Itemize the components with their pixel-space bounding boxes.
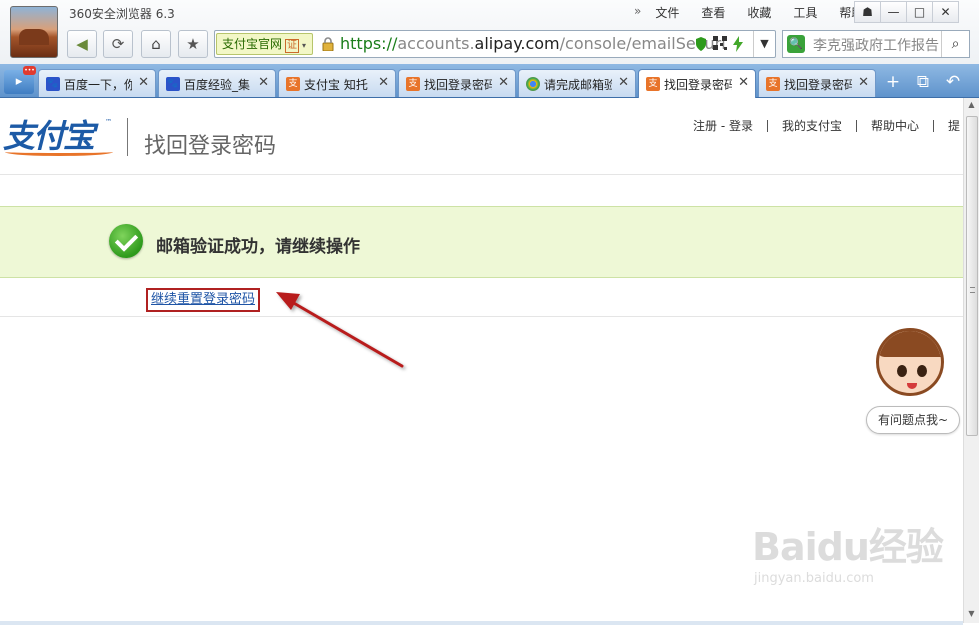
watermark-url: jingyan.baidu.com xyxy=(754,571,874,586)
maximize-button[interactable]: □ xyxy=(906,1,933,23)
tab-close-icon[interactable]: ✕ xyxy=(618,75,629,90)
address-bar[interactable]: 支付宝官网证 ▾ https://accounts.alipay.com/cons… xyxy=(214,30,776,58)
notification-badge: ••• xyxy=(23,66,36,75)
baidu-jingyan-watermark: Baidu经验 jingyan.baidu.com xyxy=(752,516,944,586)
alipay-icon: 支 xyxy=(766,77,780,91)
status-strip xyxy=(0,621,963,625)
watermark-main: Baidu经验 xyxy=(752,525,944,569)
avatar-mouth xyxy=(907,383,917,389)
window-controls: ☗ — □ ✕ xyxy=(854,1,959,23)
scroll-grip-icon xyxy=(970,287,975,293)
refresh-icon: ⟳ xyxy=(111,35,125,53)
assistant-avatar[interactable] xyxy=(876,328,944,396)
alipay-icon: 支 xyxy=(286,77,300,91)
tab-label: 百度经验_集 xyxy=(184,78,251,92)
home-icon: ⌂ xyxy=(151,35,161,53)
menu-tools[interactable]: 工具 xyxy=(793,4,817,21)
browser-menu: » 文件 查看 收藏 工具 帮助 xyxy=(634,4,885,21)
vertical-scrollbar[interactable]: ▲ ▼ xyxy=(963,98,979,623)
tab-close-icon[interactable]: ✕ xyxy=(258,75,269,90)
address-dropdown-icon[interactable]: ▼ xyxy=(753,31,775,57)
star-icon: ★ xyxy=(186,35,200,53)
tab-bar: ▸ ••• 🐾 百度一下，你 ✕ 🐾 百度经验_集 ✕ 支 支付宝 知托 ✕ 支… xyxy=(0,64,979,98)
tab-baidu-jingyan[interactable]: 🐾 百度经验_集 ✕ xyxy=(158,69,276,97)
tab-close-icon[interactable]: ✕ xyxy=(738,75,749,90)
help-assistant[interactable]: 有问题点我~ xyxy=(866,328,960,438)
cert-mark-icon: 证 xyxy=(285,39,300,53)
menu-favorites[interactable]: 收藏 xyxy=(747,4,771,21)
tab-baidu-search[interactable]: 🐾 百度一下，你 ✕ xyxy=(38,69,156,97)
tab-find-password-active[interactable]: 支 找回登录密码 ✕ xyxy=(638,69,756,98)
home-button[interactable]: ⌂ xyxy=(141,30,171,58)
browser-title: 360安全浏览器 6.3 xyxy=(69,7,175,21)
browser-titlebar: 360安全浏览器 6.3 » 文件 查看 收藏 工具 帮助 ☗ — □ ✕ ◀ … xyxy=(0,0,979,64)
refresh-button[interactable]: ⟳ xyxy=(103,30,133,58)
help-bubble-button[interactable]: 有问题点我~ xyxy=(866,406,960,434)
chrome-icon xyxy=(526,77,540,91)
url-text[interactable]: https://accounts.alipay.com/console/emai… xyxy=(340,34,726,53)
tab-label: 请完成邮箱验 xyxy=(544,78,612,92)
sidebar-toggle-button[interactable]: ▸ ••• xyxy=(4,66,36,94)
qrcode-icon[interactable] xyxy=(713,36,727,50)
skin-icon[interactable]: ☗ xyxy=(854,1,881,23)
close-window-button[interactable]: ✕ xyxy=(932,1,959,23)
url-scheme: https:// xyxy=(340,34,398,53)
address-icons xyxy=(695,36,743,52)
menu-file[interactable]: 文件 xyxy=(655,4,679,21)
scroll-thumb[interactable] xyxy=(966,116,978,436)
tab-label: 支付宝 知托 xyxy=(304,78,368,92)
menu-view[interactable]: 查看 xyxy=(701,4,725,21)
back-arrow-icon: ◀ xyxy=(76,35,88,53)
tab-alipay-zhitou[interactable]: 支 支付宝 知托 ✕ xyxy=(278,69,396,97)
scroll-down-icon[interactable]: ▼ xyxy=(966,609,977,621)
sidebar-toggle-icon: ▸ xyxy=(15,74,23,89)
search-icon: ⌕ xyxy=(951,36,960,52)
search-input[interactable]: 李克强政府工作报告 xyxy=(813,35,939,55)
new-tab-icon[interactable]: + xyxy=(880,71,906,93)
tab-close-icon[interactable]: ✕ xyxy=(138,75,149,90)
tab-list-icon[interactable]: ⧉ xyxy=(910,71,936,93)
browser-logo-icon xyxy=(10,6,58,58)
search-button[interactable]: ⌕ xyxy=(941,31,969,57)
certified-site-badge[interactable]: 支付宝官网证 ▾ xyxy=(216,33,314,55)
baidu-icon: 🐾 xyxy=(46,77,60,91)
menu-more-icon[interactable]: » xyxy=(634,4,641,21)
lock-icon xyxy=(322,37,334,51)
tab-email-verify[interactable]: 请完成邮箱验 ✕ xyxy=(518,69,636,97)
tab-label: 百度一下，你 xyxy=(64,78,132,92)
lightning-icon[interactable] xyxy=(733,36,743,52)
alipay-icon: 支 xyxy=(406,77,420,91)
search-engine-icon[interactable]: 🔍 xyxy=(787,35,805,53)
favorite-button[interactable]: ★ xyxy=(178,30,208,58)
tab-label: 找回登录密码 xyxy=(784,78,852,92)
alipay-icon: 支 xyxy=(646,77,660,91)
cert-dropdown-icon: ▾ xyxy=(302,41,307,50)
tab-label: 找回登录密码 xyxy=(424,78,492,92)
undo-close-icon[interactable]: ↶ xyxy=(940,71,966,93)
avatar-eye xyxy=(917,365,927,377)
url-subdomain: accounts. xyxy=(397,34,475,53)
search-box[interactable]: 🔍 李克强政府工作报告 ⌕ xyxy=(782,30,970,58)
tab-tools: + ⧉ ↶ xyxy=(880,71,970,93)
tab-find-password-3[interactable]: 支 找回登录密码 ✕ xyxy=(758,69,876,97)
scroll-up-icon[interactable]: ▲ xyxy=(966,100,977,112)
tab-find-password-1[interactable]: 支 找回登录密码 ✕ xyxy=(398,69,516,97)
shield-icon[interactable] xyxy=(695,36,707,52)
minimize-button[interactable]: — xyxy=(880,1,907,23)
cert-label: 支付宝官网 xyxy=(222,37,283,51)
back-button[interactable]: ◀ xyxy=(67,30,97,58)
avatar-eye xyxy=(897,365,907,377)
url-host: alipay.com xyxy=(474,34,560,53)
tab-close-icon[interactable]: ✕ xyxy=(858,75,869,90)
tab-label: 找回登录密码 xyxy=(664,78,732,92)
web-page: 支付宝 ™ 找回登录密码 注册 - 登录 我的支付宝 帮助中心 提 邮箱验证成功… xyxy=(0,98,963,623)
tab-close-icon[interactable]: ✕ xyxy=(498,75,509,90)
tab-close-icon[interactable]: ✕ xyxy=(378,75,389,90)
baidu-icon: 🐾 xyxy=(166,77,180,91)
avatar-hair xyxy=(879,331,941,357)
